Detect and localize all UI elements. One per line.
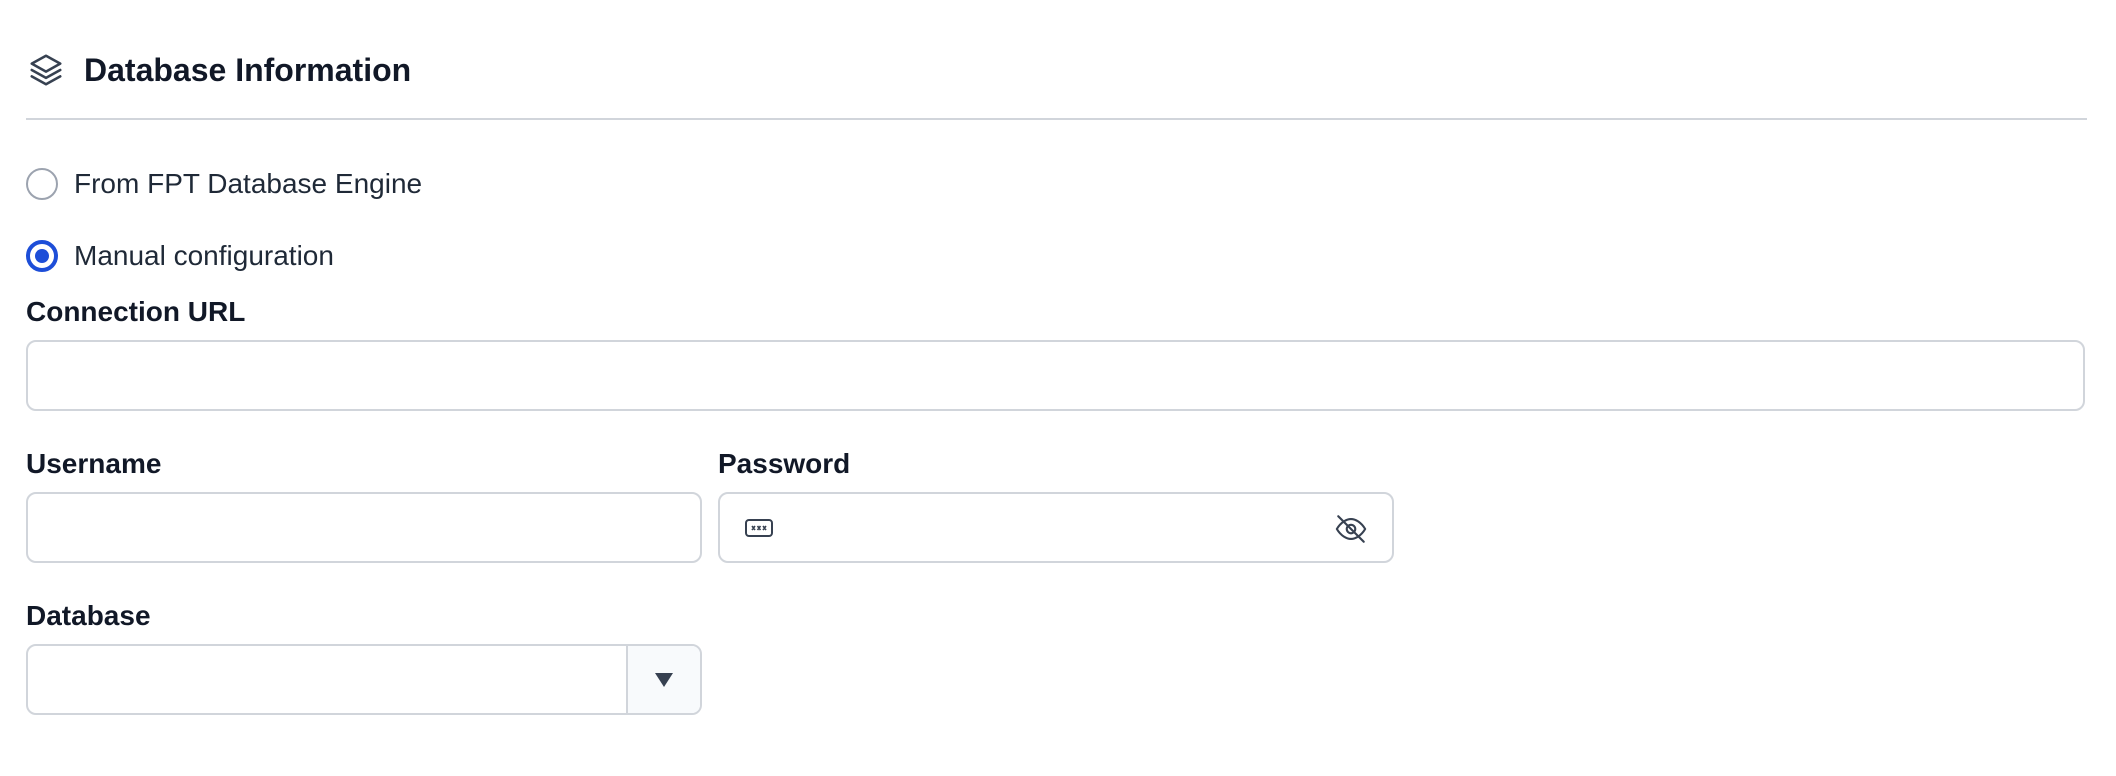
eye-off-icon[interactable] — [1334, 512, 1368, 546]
caret-down-icon — [655, 672, 673, 687]
dropdown-toggle-button[interactable] — [626, 646, 700, 713]
radio-button-checked[interactable] — [26, 240, 58, 272]
username-input[interactable] — [26, 492, 702, 563]
radio-option-fpt-engine[interactable]: From FPT Database Engine — [26, 168, 422, 200]
database-label: Database — [26, 600, 151, 631]
password-label: Password — [718, 448, 851, 479]
connection-url-input[interactable] — [26, 340, 2085, 411]
database-select[interactable] — [26, 644, 702, 715]
radio-option-manual-configuration[interactable]: Manual configuration — [26, 240, 334, 272]
radio-button-unchecked[interactable] — [26, 168, 58, 200]
database-information-form: Database Information From FPT Database E… — [0, 0, 2116, 776]
password-input[interactable] — [790, 494, 1322, 561]
section-title: Database Information — [84, 51, 412, 88]
radio-label: Manual configuration — [74, 240, 334, 271]
connection-url-label: Connection URL — [26, 296, 246, 327]
layers-icon — [26, 50, 66, 90]
section-divider — [26, 118, 2087, 120]
password-icon — [744, 514, 774, 542]
username-label: Username — [26, 448, 162, 479]
radio-label: From FPT Database Engine — [74, 168, 423, 199]
password-field[interactable] — [718, 492, 1394, 563]
section-header: Database Information — [26, 44, 2090, 96]
